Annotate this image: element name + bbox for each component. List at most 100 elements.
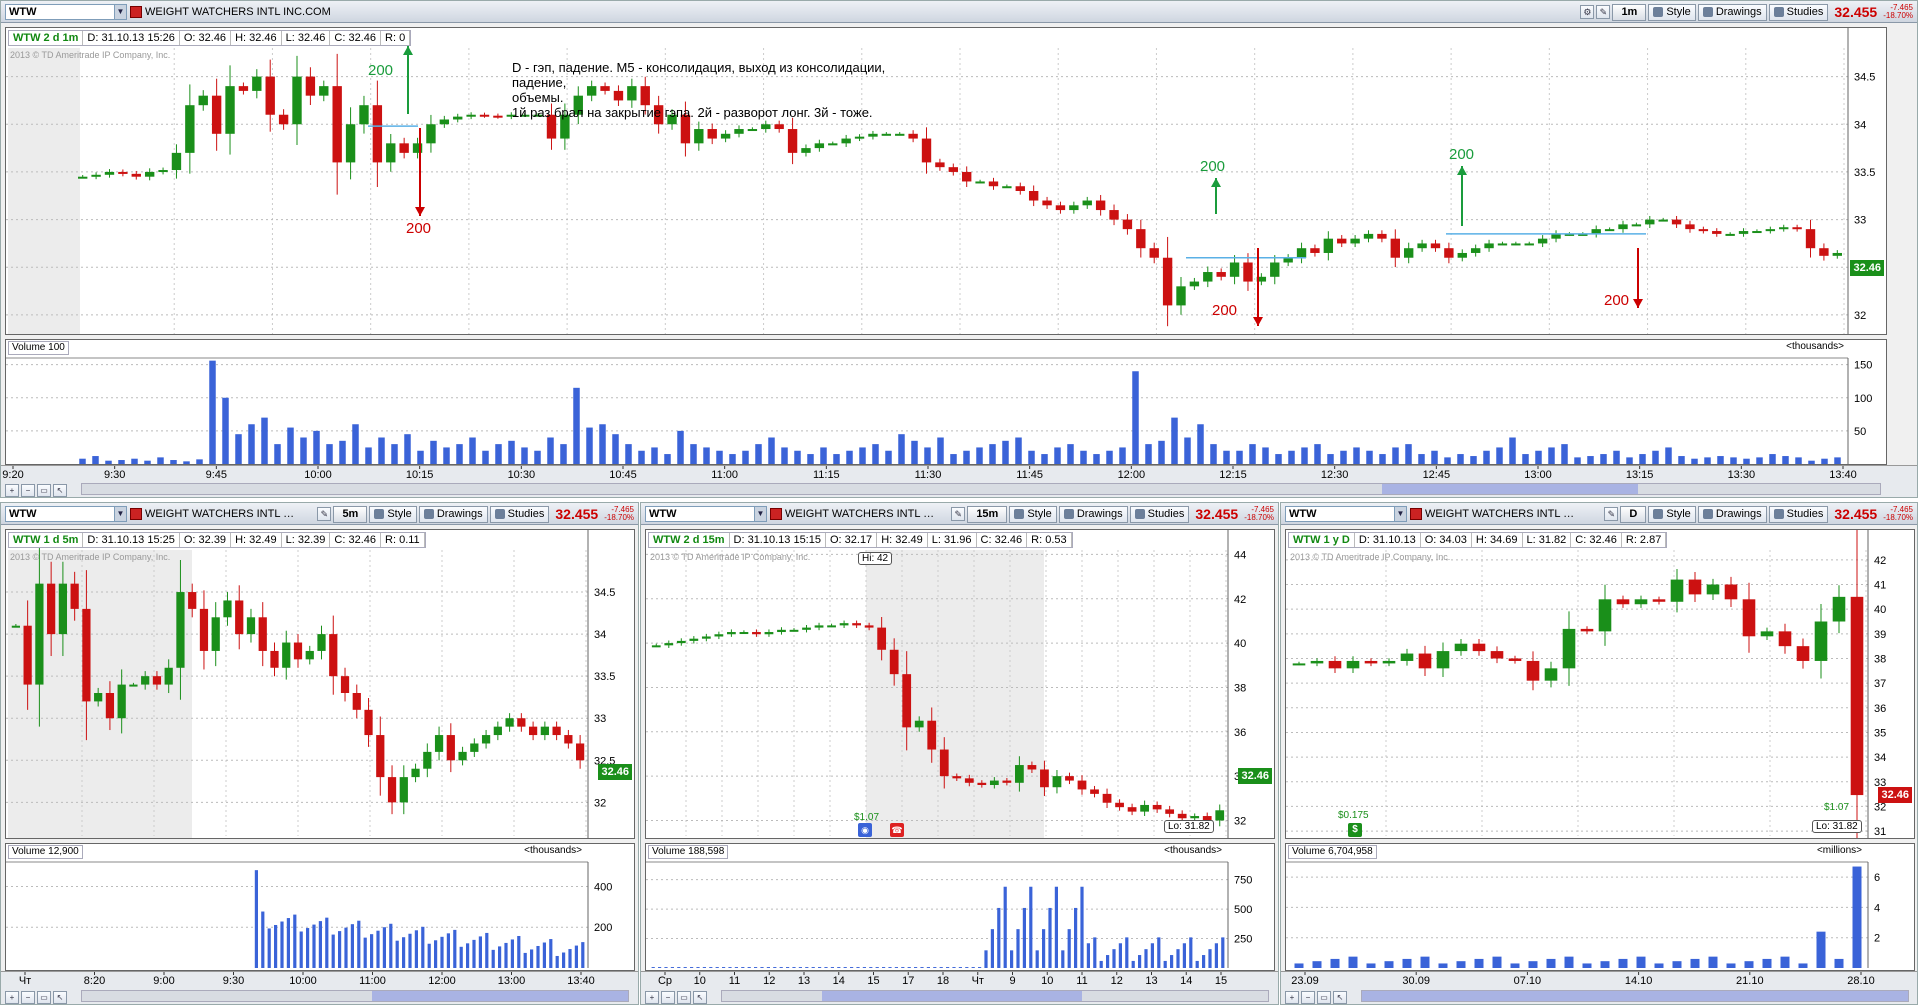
link-color-icon[interactable] bbox=[130, 5, 142, 18]
volume-bar bbox=[469, 437, 476, 464]
zoom-out-icon[interactable]: − bbox=[1301, 990, 1315, 1004]
style-button[interactable]: Style bbox=[1648, 505, 1696, 523]
drawings-button[interactable]: Drawings bbox=[1697, 505, 1767, 523]
volume-bar bbox=[811, 967, 815, 968]
price-chart[interactable]: 31 32 33 34 35 36 37 38 39 40 41 42 WTW 1 y D D: 31.… bbox=[1285, 529, 1915, 839]
symbol-input[interactable]: WTW bbox=[645, 505, 755, 522]
scroll-thumb[interactable] bbox=[822, 991, 1082, 1001]
symbol-dropdown-icon[interactable]: ▼ bbox=[1395, 505, 1407, 522]
x-tick-label: 8:20 bbox=[84, 975, 105, 986]
volume-bar bbox=[1672, 961, 1682, 968]
studies-button[interactable]: Studies bbox=[1129, 505, 1190, 523]
volume-bar bbox=[1327, 454, 1334, 464]
fit-icon[interactable]: ▭ bbox=[37, 990, 51, 1004]
price-plot: 32343638404244 bbox=[646, 530, 1246, 838]
volume-chart[interactable]: 50 100 150 Volume 100 <thousands> bbox=[5, 339, 1887, 465]
price-chart[interactable]: 32343638404244 WTW 2 d 15mD: 31.10.13 15… bbox=[645, 529, 1275, 839]
zoom-in-icon[interactable]: + bbox=[5, 483, 19, 497]
x-tick-label: 28.10 bbox=[1847, 975, 1875, 986]
link-color-icon[interactable] bbox=[130, 507, 142, 520]
volume-bar bbox=[1340, 450, 1347, 464]
time-axis[interactable]: Чт 8:20 9:00 9:30 10:00 11:00 12:00 13:00 13:40 … bbox=[1, 971, 638, 1004]
volume-bar bbox=[235, 434, 242, 464]
symbol-dropdown-icon[interactable]: ▼ bbox=[115, 3, 127, 20]
time-scrollbar[interactable] bbox=[81, 483, 1881, 495]
candle-up bbox=[734, 129, 744, 134]
volume-bar bbox=[261, 911, 265, 968]
drawings-button[interactable]: Drawings bbox=[1697, 3, 1767, 21]
candle-down bbox=[1508, 658, 1522, 661]
aggregation-button[interactable]: 1m bbox=[1612, 3, 1647, 21]
volume-bar bbox=[1223, 450, 1230, 464]
wrench-icon[interactable]: ✎ bbox=[317, 507, 332, 521]
studies-button[interactable]: Studies bbox=[1768, 505, 1829, 523]
fit-icon[interactable]: ▭ bbox=[677, 990, 691, 1004]
wrench-icon[interactable]: ✎ bbox=[951, 507, 966, 521]
price-chart[interactable]: 32 32.5 33 33.5 34 34.5 WTW 1 d 5m D: 31.10.13… bbox=[5, 529, 635, 839]
cursor-icon[interactable]: ↖ bbox=[693, 990, 707, 1004]
settings-icon[interactable]: ⚙ bbox=[1580, 5, 1595, 19]
cursor-icon[interactable]: ↖ bbox=[53, 483, 67, 497]
candle-up bbox=[434, 735, 444, 752]
zoom-out-icon[interactable]: − bbox=[21, 483, 35, 497]
time-scrollbar[interactable] bbox=[721, 990, 1269, 1002]
time-scrollbar[interactable] bbox=[1361, 990, 1909, 1002]
buy-arrow-head bbox=[1457, 166, 1467, 175]
zoom-in-icon[interactable]: + bbox=[1285, 990, 1299, 1004]
studies-button[interactable]: Studies bbox=[489, 505, 550, 523]
volume-bar bbox=[352, 424, 359, 464]
fit-icon[interactable]: ▭ bbox=[37, 483, 51, 497]
style-button[interactable]: Style bbox=[1648, 3, 1696, 21]
scroll-thumb[interactable] bbox=[1362, 991, 1908, 1001]
link-color-icon[interactable] bbox=[1410, 507, 1422, 520]
volume-bar bbox=[937, 437, 944, 464]
symbol-dropdown-icon[interactable]: ▼ bbox=[115, 505, 127, 522]
style-button[interactable]: Style bbox=[1009, 505, 1057, 523]
volume-bar bbox=[1041, 454, 1048, 464]
wrench-icon[interactable]: ✎ bbox=[1596, 5, 1611, 19]
wrench-icon[interactable]: ✎ bbox=[1604, 507, 1619, 521]
y-tick-label: 33 bbox=[1854, 215, 1866, 227]
link-color-icon[interactable] bbox=[770, 507, 782, 520]
studies-button[interactable]: Studies bbox=[1768, 3, 1829, 21]
time-scrollbar[interactable] bbox=[81, 990, 629, 1002]
volume-bar bbox=[1294, 963, 1304, 968]
cursor-icon[interactable]: ↖ bbox=[53, 990, 67, 1004]
candle-down bbox=[977, 782, 987, 786]
zoom-out-icon[interactable]: − bbox=[21, 990, 35, 1004]
aggregation-button[interactable]: 5m bbox=[333, 505, 368, 523]
time-axis[interactable]: Ср 10 11 12 13 14 15 17 18 Чт 9 10 11 12 13 14 15 + − ▭ … bbox=[641, 971, 1278, 1004]
cursor-icon[interactable]: ↖ bbox=[1333, 990, 1347, 1004]
symbol-input[interactable]: WTW bbox=[5, 3, 115, 20]
aggregation-button[interactable]: 15m bbox=[967, 505, 1008, 523]
symbol-input[interactable]: WTW bbox=[5, 505, 115, 522]
volume-bar bbox=[1015, 437, 1022, 464]
symbol-dropdown-icon[interactable]: ▼ bbox=[755, 505, 767, 522]
zoom-in-icon[interactable]: + bbox=[645, 990, 659, 1004]
zoom-in-icon[interactable]: + bbox=[5, 990, 19, 1004]
symbol-input[interactable]: WTW bbox=[1285, 505, 1395, 522]
dividend-icon[interactable]: $ bbox=[1348, 823, 1362, 837]
chart-panel-top: WTW ▼ WEIGHT WATCHERS INTL INC.COM ⚙ ✎ 1… bbox=[0, 0, 1918, 498]
price-chart[interactable]: 3232.53333.53434.5 WTW 2 d 1mD: 31.10.13… bbox=[5, 27, 1887, 335]
style-button[interactable]: Style bbox=[369, 505, 417, 523]
time-axis[interactable]: 9:20 9:30 9:45 10:00 10:15 10:30 10:45 11:00 11:… bbox=[1, 465, 1917, 497]
panel-header: WTW ▼ WEIGHT WATCHERS INTL I... ✎ 15m St… bbox=[641, 503, 1278, 525]
volume-bar bbox=[824, 967, 828, 968]
volume-bar bbox=[331, 934, 335, 968]
drawings-button[interactable]: Drawings bbox=[418, 505, 488, 523]
fit-icon[interactable]: ▭ bbox=[1317, 990, 1331, 1004]
volume-chart[interactable]: 200 400 Volume 12,900 <thousands> bbox=[5, 843, 635, 971]
volume-bar bbox=[523, 952, 527, 968]
drawings-button[interactable]: Drawings bbox=[1058, 505, 1128, 523]
volume-chart[interactable]: 250 500 750 Volume 188,598 <thousands> bbox=[645, 843, 1275, 971]
event-icon[interactable]: ☎ bbox=[890, 823, 904, 837]
volume-chart[interactable]: 2 4 6 Volume 6,704,958 <millions> bbox=[1285, 843, 1915, 971]
zoom-out-icon[interactable]: − bbox=[661, 990, 675, 1004]
time-axis[interactable]: 23.09 30.09 07.10 14.10 21.10 28.10 + − ▭ ↖ bbox=[1281, 971, 1917, 1004]
scroll-thumb[interactable] bbox=[372, 991, 628, 1001]
volume-bar bbox=[651, 447, 658, 464]
aggregation-button[interactable]: D bbox=[1620, 505, 1647, 523]
earnings-icon[interactable]: ◉ bbox=[858, 823, 872, 837]
scroll-thumb[interactable] bbox=[1382, 484, 1638, 494]
